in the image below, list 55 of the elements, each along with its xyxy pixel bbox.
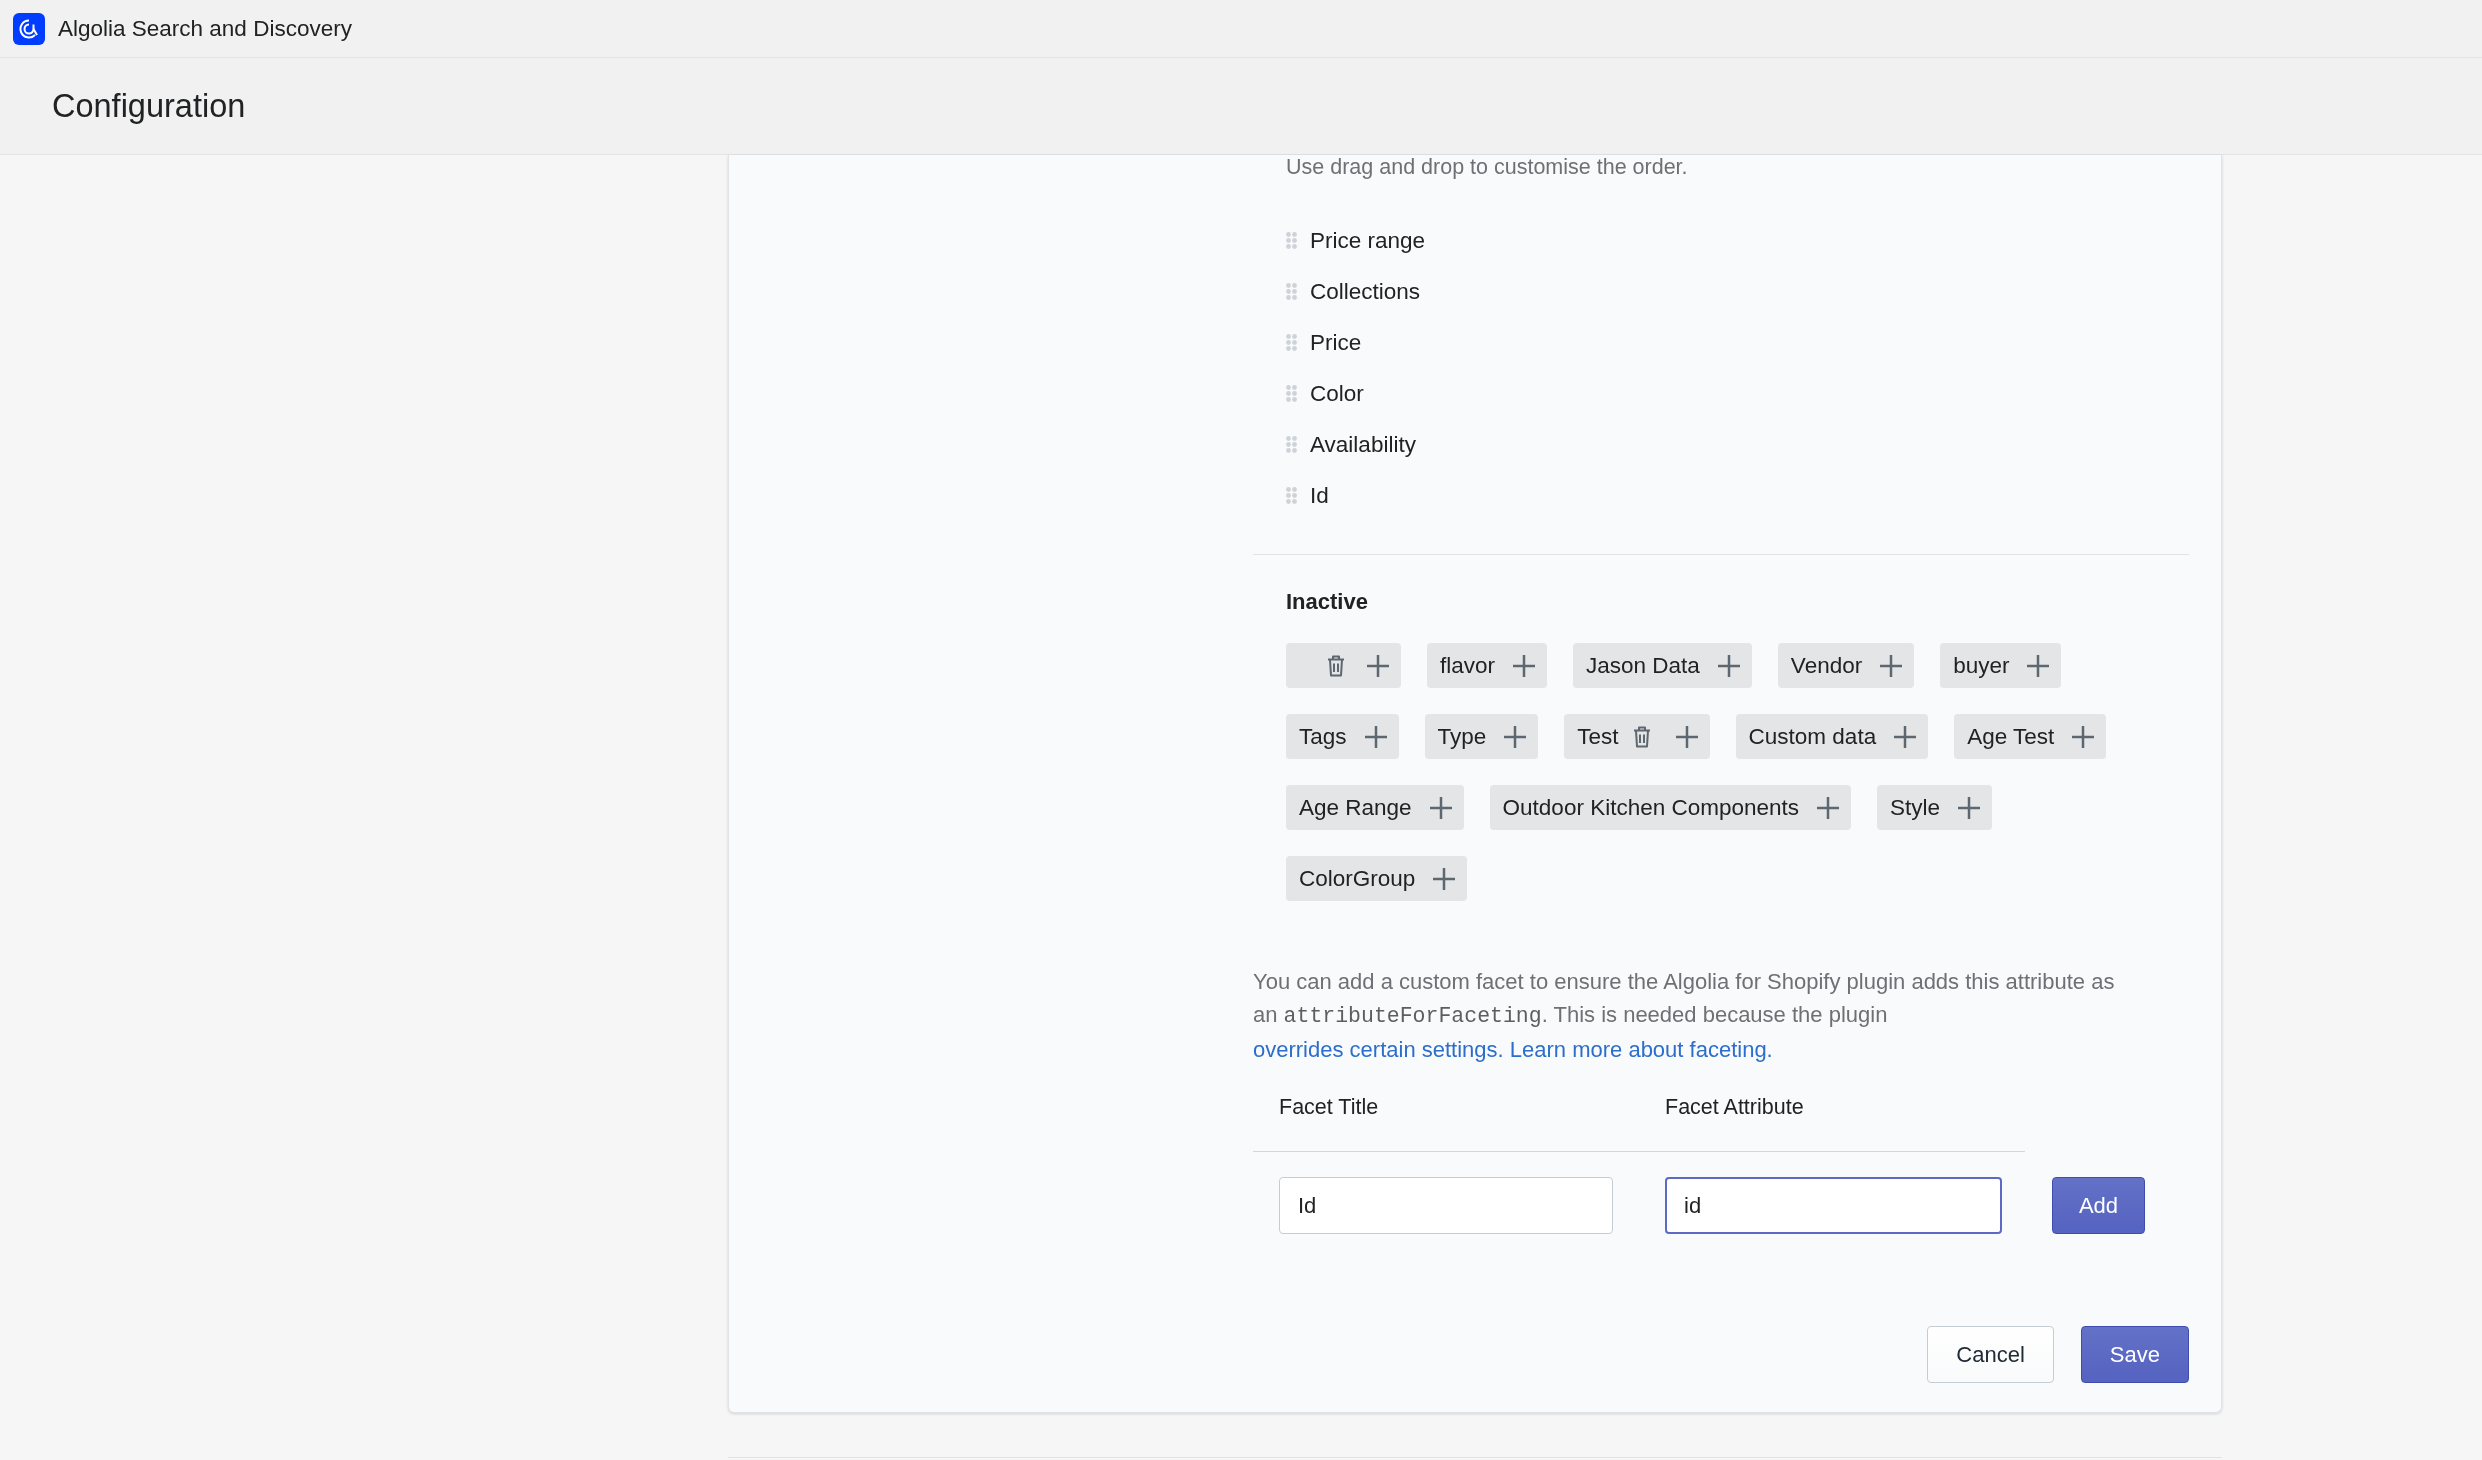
plus-icon[interactable] — [2072, 725, 2095, 748]
app-title: Algolia Search and Discovery — [58, 15, 352, 42]
plus-icon[interactable] — [1433, 867, 1456, 890]
add-button[interactable]: Add — [2052, 1177, 2145, 1234]
facet-label: Availability — [1310, 431, 1416, 458]
trash-icon[interactable] — [1327, 654, 1345, 677]
app-logo-icon — [13, 12, 45, 45]
plus-icon[interactable] — [1894, 725, 1917, 748]
facet-title-input[interactable]: Id — [1279, 1177, 1613, 1234]
plus-icon[interactable] — [1880, 654, 1903, 677]
plus-icon[interactable] — [1513, 654, 1536, 677]
tag-label: Test — [1577, 723, 1619, 750]
cancel-button[interactable]: Cancel — [1927, 1326, 2054, 1383]
plus-icon[interactable] — [1675, 725, 1698, 748]
facet-label: Price — [1310, 329, 1362, 356]
tag-label: Vendor — [1790, 652, 1863, 679]
tag-label: flavor — [1440, 652, 1496, 679]
plus-icon[interactable] — [1817, 796, 1840, 819]
section-title: Inactive — [1286, 589, 1369, 615]
plus-icon[interactable] — [2027, 654, 2050, 677]
faceting-link[interactable]: overrides certain settings. Learn more about faceting. — [1253, 1037, 1773, 1062]
tag-label: Age Test — [1967, 723, 2055, 750]
drag-handle-icon[interactable] — [1286, 436, 1297, 453]
plus-icon[interactable] — [1504, 725, 1527, 748]
drag-handle-icon[interactable] — [1286, 283, 1297, 300]
column-header: Facet Title — [1278, 1094, 1380, 1121]
facet-label: Collections — [1310, 278, 1421, 305]
drag-handle-icon[interactable] — [1286, 487, 1297, 504]
page-title: Configuration — [52, 87, 246, 125]
trash-icon[interactable] — [1632, 725, 1651, 748]
facet-label: Id — [1310, 482, 1329, 509]
tag-label: Style — [1890, 794, 1941, 821]
tag-label: Tags — [1299, 723, 1347, 750]
tag-label: Age Range — [1299, 794, 1412, 821]
tag-label: ColorGroup — [1299, 865, 1416, 892]
tag-label: Custom data — [1748, 723, 1877, 750]
column-header: Facet Attribute — [1664, 1094, 1805, 1121]
tag-label: buyer — [1953, 652, 2010, 679]
facet-description: You can add a custom facet to ensure the Algolia for Shopify plugin adds this attribute as an attributeForFaceting. This is needed because the plugin overrides certain settings. Learn more about faceting. — [1253, 968, 2116, 1064]
drag-handle-icon[interactable] — [1286, 232, 1297, 249]
plus-icon[interactable] — [1958, 796, 1981, 819]
hint-text: Use drag and drop to customise the order. — [1286, 155, 1689, 179]
facet-label: Price range — [1310, 227, 1426, 254]
facet-label: Color — [1310, 380, 1364, 407]
plus-icon[interactable] — [1429, 796, 1452, 819]
drag-handle-icon[interactable] — [1286, 334, 1297, 351]
tag-label: Outdoor Kitchen Components — [1502, 794, 1800, 821]
tag-label: Jason Data — [1586, 652, 1700, 679]
plus-icon[interactable] — [1717, 654, 1740, 677]
plus-icon[interactable] — [1364, 725, 1387, 748]
facet-attribute-input[interactable]: id — [1665, 1177, 2002, 1234]
plus-icon[interactable] — [1367, 654, 1389, 677]
drag-handle-icon[interactable] — [1286, 385, 1297, 402]
save-button[interactable]: Save — [2080, 1326, 2189, 1383]
tag-label: Type — [1437, 723, 1487, 750]
